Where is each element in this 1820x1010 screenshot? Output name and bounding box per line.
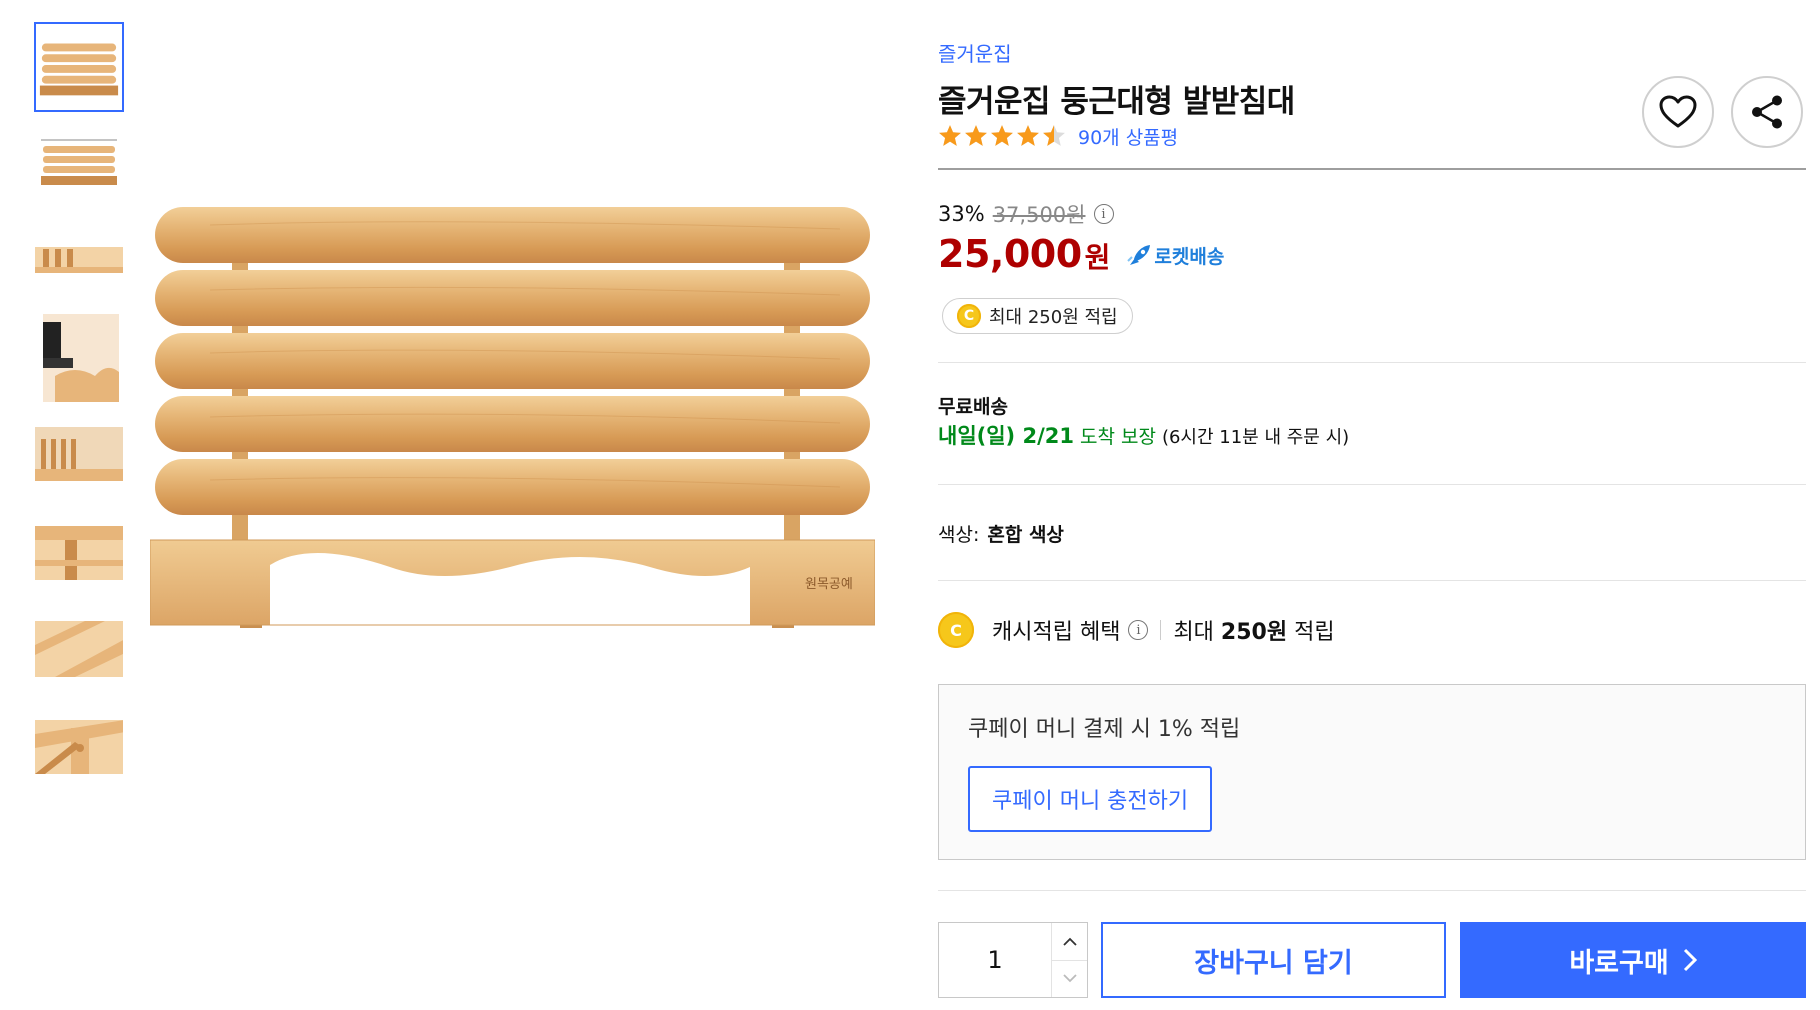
star-half-icon: [1043, 125, 1065, 146]
delivery-condition: (6시간 11분 내 주문 시): [1161, 427, 1350, 448]
thumbnail-4[interactable]: [34, 313, 124, 403]
sale-price-unit: 원: [1084, 241, 1111, 274]
thumbnail-6[interactable]: [34, 507, 124, 597]
star-full-icon: [965, 125, 987, 146]
coupay-money-box: 쿠페이 머니 결제 시 1% 적립 쿠페이 머니 충전하기: [938, 684, 1806, 860]
benefit-suffix: 적립: [1294, 620, 1335, 645]
price-meta: 33% 37,500원 i: [938, 199, 1114, 229]
discount-rate: 33%: [938, 202, 985, 226]
heart-icon: [1659, 95, 1697, 128]
share-button[interactable]: [1731, 76, 1803, 148]
separator: [1160, 620, 1162, 640]
buy-now-button[interactable]: 바로구매: [1460, 922, 1806, 998]
divider: [938, 168, 1806, 170]
chevron-up-icon: [1062, 937, 1077, 946]
product-page: 원목공예 즐거운집 즐거운집 둥근대형 발받침대 90개 상품평 33% 37,…: [0, 0, 1820, 1010]
cash-reward-text: 최대 250원 적립: [989, 307, 1118, 328]
wishlist-button[interactable]: [1642, 76, 1714, 148]
cash-coin-icon: C: [938, 612, 974, 648]
divider: [938, 484, 1806, 485]
shipping-label: 무료배송: [938, 396, 1008, 418]
option-key: 색상:: [938, 524, 980, 546]
bath-mat-slats-thumb-icon: [35, 621, 123, 677]
bath-mat-dimension-thumb-icon: [41, 139, 117, 185]
share-icon: [1752, 95, 1782, 129]
sale-price: 25,000: [938, 232, 1082, 276]
cash-benefit-amount: 최대 250원 적립: [1173, 614, 1334, 646]
buy-now-label: 바로구매: [1569, 947, 1669, 979]
divider: [938, 580, 1806, 581]
cash-benefit-row: C 캐시적립 혜택 i 최대 250원 적립: [938, 612, 1335, 648]
brand-link[interactable]: 즐거운집: [938, 38, 1012, 67]
bath-mat-angle-thumb-icon: [35, 427, 123, 481]
review-count-link[interactable]: 90개 상품평: [1078, 123, 1178, 150]
divider: [938, 890, 1806, 891]
brand-engraving: 원목공예: [805, 577, 853, 592]
quantity-step-buttons: [1051, 923, 1087, 997]
chevron-right-icon: [1683, 948, 1697, 972]
option-row: 색상: 혼합 색상: [938, 520, 1064, 547]
thumbnail-3[interactable]: [34, 216, 124, 306]
shipping-row: 내일(일) 2/21 도착 보장 (6시간 11분 내 주문 시): [938, 420, 1349, 450]
bath-mat-foot-thumb-icon: [43, 314, 119, 402]
wooden-bath-mat-icon: 원목공예: [149, 207, 876, 628]
thumbnail-5[interactable]: [34, 410, 124, 500]
original-price: 37,500원: [992, 203, 1086, 227]
option-value: 혼합 색상: [987, 524, 1064, 546]
bath-mat-joint-thumb-icon: [35, 526, 123, 580]
quantity-stepper: [938, 922, 1088, 998]
bath-mat-side-thumb-icon: [35, 247, 123, 273]
star-rating[interactable]: [938, 124, 1068, 148]
thumbnail-1[interactable]: [34, 22, 124, 112]
rocket-icon: [1127, 245, 1151, 265]
product-title: 즐거운집 둥근대형 발받침대: [938, 84, 1295, 120]
bath-mat-peg-thumb-icon: [35, 720, 123, 774]
star-full-icon: [1017, 125, 1039, 146]
rocket-delivery-badge: 로켓배송: [1126, 242, 1224, 269]
thumbnail-7[interactable]: [34, 604, 124, 694]
info-icon[interactable]: i: [1128, 620, 1149, 640]
thumbnail-2[interactable]: [34, 119, 124, 209]
coupay-money-text: 쿠페이 머니 결제 시 1% 적립: [968, 717, 1241, 742]
divider: [938, 362, 1806, 363]
benefit-amount: 250원: [1220, 620, 1288, 645]
benefit-prefix: 최대: [1173, 620, 1214, 645]
charge-money-button[interactable]: 쿠페이 머니 충전하기: [968, 766, 1213, 832]
quantity-decrease-button[interactable]: [1052, 959, 1087, 998]
rocket-delivery-label: 로켓배송: [1154, 245, 1225, 268]
info-icon[interactable]: i: [1093, 204, 1114, 224]
main-product-image: 원목공예: [149, 195, 876, 635]
cash-benefit-label: 캐시적립 혜택: [992, 620, 1121, 645]
quantity-increase-button[interactable]: [1052, 923, 1087, 960]
cash-reward-pill: C 최대 250원 적립: [942, 298, 1133, 334]
delivery-guarantee: 도착 보장: [1079, 426, 1156, 448]
quantity-input[interactable]: [939, 923, 1051, 997]
product-info-panel: 즐거운집 즐거운집 둥근대형 발받침대 90개 상품평 33% 37,500원 …: [938, 0, 1810, 1010]
star-full-icon: [991, 125, 1013, 146]
cash-coin-icon: C: [957, 304, 981, 328]
bath-mat-front-thumb-icon: [39, 43, 119, 96]
star-full-icon: [939, 125, 961, 146]
add-to-cart-button[interactable]: 장바구니 담기: [1101, 922, 1446, 998]
chevron-down-icon: [1062, 974, 1077, 983]
thumbnail-8[interactable]: [34, 701, 124, 791]
rating-row: 90개 상품평: [938, 122, 1178, 150]
price-row: 25,000 원 로켓배송: [938, 232, 1224, 276]
delivery-date: 내일(일) 2/21: [938, 424, 1074, 448]
